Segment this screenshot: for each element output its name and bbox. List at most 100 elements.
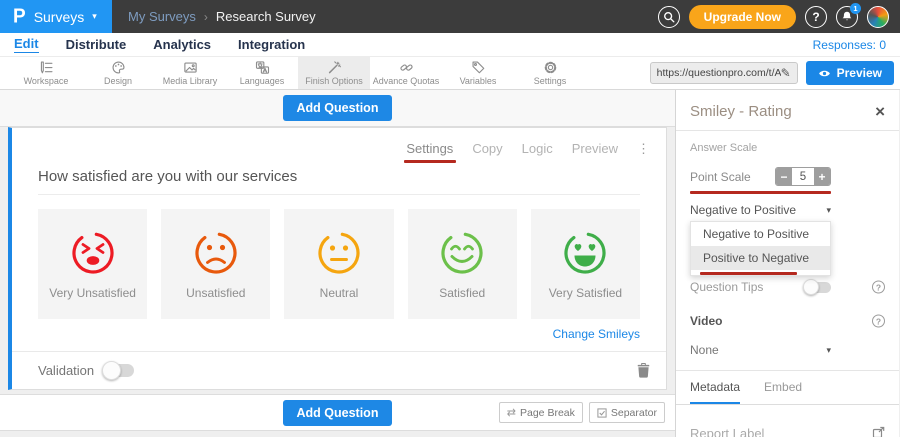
video-select[interactable]: None ▾ xyxy=(690,343,831,357)
scale-direction-select[interactable]: Negative to Positive ▾ xyxy=(690,203,831,217)
validation-row: Validation xyxy=(12,351,666,389)
tab-edit[interactable]: Edit xyxy=(14,36,39,53)
toolbar-item-advance-quotas[interactable]: Advance Quotas xyxy=(370,57,442,89)
video-help-icon[interactable]: ? xyxy=(872,315,885,328)
tab-analytics[interactable]: Analytics xyxy=(153,37,211,53)
smiley-satisfied-icon xyxy=(438,229,486,277)
search-button[interactable] xyxy=(658,6,680,28)
magic-wand-icon xyxy=(326,60,343,75)
question-card: Settings Copy Logic Preview ⋮ How satisf… xyxy=(8,127,667,390)
report-label-input[interactable] xyxy=(690,424,859,437)
add-question-top-button[interactable]: Add Question xyxy=(283,95,393,121)
smiley-scale: Very Unsatisfied Unsatisfied xyxy=(38,209,640,319)
search-icon xyxy=(663,11,675,23)
avatar[interactable] xyxy=(867,6,889,28)
answer-scale-label: Answer Scale xyxy=(690,142,885,154)
tab-distribute[interactable]: Distribute xyxy=(66,37,127,53)
panel-tab-metadata[interactable]: Metadata xyxy=(690,380,740,404)
smiley-label: Satisfied xyxy=(439,286,485,300)
validation-toggle[interactable] xyxy=(104,364,134,377)
scale-direction-value: Negative to Positive xyxy=(690,203,796,217)
tab-integration[interactable]: Integration xyxy=(238,37,305,53)
question-settings-panel: Smiley - Rating × Answer Scale Point Sca… xyxy=(676,90,899,437)
question-tips-help-icon[interactable]: ? xyxy=(872,281,885,294)
change-smileys-link[interactable]: Change Smileys xyxy=(38,327,640,341)
edit-toolbar: Workspace Design Media Library Languages… xyxy=(0,57,900,90)
question-mark-icon: ? xyxy=(812,10,819,24)
point-scale-stepper: − 5 + xyxy=(775,167,831,186)
workspace-icon xyxy=(38,60,55,75)
smiley-option-satisfied[interactable]: Satisfied xyxy=(408,209,517,319)
add-question-bottom-band: Add Question ⇄ Page Break Separator xyxy=(0,394,675,431)
decrease-button[interactable]: − xyxy=(776,168,792,185)
breadcrumb-parent[interactable]: My Surveys xyxy=(128,9,196,24)
smiley-unsatisfied-icon xyxy=(192,229,240,277)
toolbar-item-finish-options[interactable]: Finish Options xyxy=(298,57,370,89)
survey-canvas: Add Question Settings Copy Logic Preview… xyxy=(0,90,676,437)
delete-question-icon[interactable] xyxy=(637,363,650,378)
smiley-neutral-icon xyxy=(315,229,363,277)
help-button[interactable]: ? xyxy=(805,6,827,28)
panel-title: Smiley - Rating xyxy=(690,103,792,120)
survey-url-field[interactable]: https://questionpro.com/t/A ✎ xyxy=(650,62,798,84)
upgrade-now-button[interactable]: Upgrade Now xyxy=(689,5,796,29)
panel-tab-embed[interactable]: Embed xyxy=(764,380,802,404)
breadcrumb-current: Research Survey xyxy=(216,9,316,24)
toolbar-item-media-library[interactable]: Media Library xyxy=(154,57,226,89)
question-tab-logic[interactable]: Logic xyxy=(522,141,553,156)
separator-button[interactable]: Separator xyxy=(589,402,665,423)
question-tab-preview[interactable]: Preview xyxy=(572,141,618,156)
close-panel-icon[interactable]: × xyxy=(875,105,885,119)
toolbar-item-variables[interactable]: Variables xyxy=(442,57,514,89)
smiley-very-unsatisfied-icon xyxy=(69,229,117,277)
open-external-icon[interactable] xyxy=(872,426,885,437)
option-positive-to-negative[interactable]: Positive to Negative xyxy=(691,246,830,270)
smiley-label: Neutral xyxy=(320,286,359,300)
image-icon xyxy=(182,60,199,75)
validation-label: Validation xyxy=(38,363,94,378)
annotation-underline-point-scale xyxy=(690,191,831,194)
smiley-option-unsatisfied[interactable]: Unsatisfied xyxy=(161,209,270,319)
option-negative-to-positive[interactable]: Negative to Positive xyxy=(691,222,830,246)
edit-url-icon[interactable]: ✎ xyxy=(781,66,791,80)
increase-button[interactable]: + xyxy=(814,168,830,185)
smiley-option-neutral[interactable]: Neutral xyxy=(284,209,393,319)
notification-badge: 1 xyxy=(850,3,861,14)
preview-button[interactable]: Preview xyxy=(806,61,894,85)
palette-icon xyxy=(110,60,127,75)
responses-count[interactable]: Responses: 0 xyxy=(813,38,886,52)
toolbar-item-settings[interactable]: Settings xyxy=(514,57,586,89)
question-tips-label: Question Tips xyxy=(690,280,763,294)
add-question-bottom-button[interactable]: Add Question xyxy=(283,400,393,426)
product-switcher[interactable]: P Surveys ▾ xyxy=(0,0,112,33)
surveys-menu-label: Surveys xyxy=(34,9,85,25)
survey-url-value: https://questionpro.com/t/A xyxy=(657,67,781,79)
toolbar-item-workspace[interactable]: Workspace xyxy=(10,57,82,89)
survey-nav: Edit Distribute Analytics Integration Re… xyxy=(0,33,900,57)
video-label: Video xyxy=(690,314,722,328)
gear-icon xyxy=(542,60,559,75)
question-tips-toggle[interactable] xyxy=(805,282,831,293)
eye-icon xyxy=(818,68,831,79)
chain-link-icon xyxy=(398,60,415,75)
chevron-down-icon: ▾ xyxy=(826,345,831,356)
toolbar-item-design[interactable]: Design xyxy=(82,57,154,89)
chevron-down-icon: ▾ xyxy=(92,12,97,21)
page-break-button[interactable]: ⇄ Page Break xyxy=(499,402,583,423)
breadcrumb: My Surveys › Research Survey xyxy=(128,9,316,24)
point-scale-value: 5 xyxy=(792,168,814,185)
smiley-option-very-unsatisfied[interactable]: Very Unsatisfied xyxy=(38,209,147,319)
question-title[interactable]: How satisfied are you with our services xyxy=(38,168,640,195)
video-select-value: None xyxy=(690,343,719,357)
breadcrumb-separator-icon: › xyxy=(204,10,208,24)
toolbar-item-languages[interactable]: Languages xyxy=(226,57,298,89)
question-tab-copy[interactable]: Copy xyxy=(472,141,502,156)
add-question-top-band: Add Question xyxy=(0,90,675,127)
notifications-button[interactable]: 1 xyxy=(836,6,858,28)
question-more-menu-icon[interactable]: ⋮ xyxy=(637,141,650,157)
annotation-underline-settings xyxy=(404,160,457,163)
top-header: P Surveys ▾ My Surveys › Research Survey… xyxy=(0,0,900,33)
page-break-icon: ⇄ xyxy=(507,406,516,419)
smiley-option-very-satisfied[interactable]: Very Satisfied xyxy=(531,209,640,319)
question-tab-settings[interactable]: Settings xyxy=(406,141,453,163)
